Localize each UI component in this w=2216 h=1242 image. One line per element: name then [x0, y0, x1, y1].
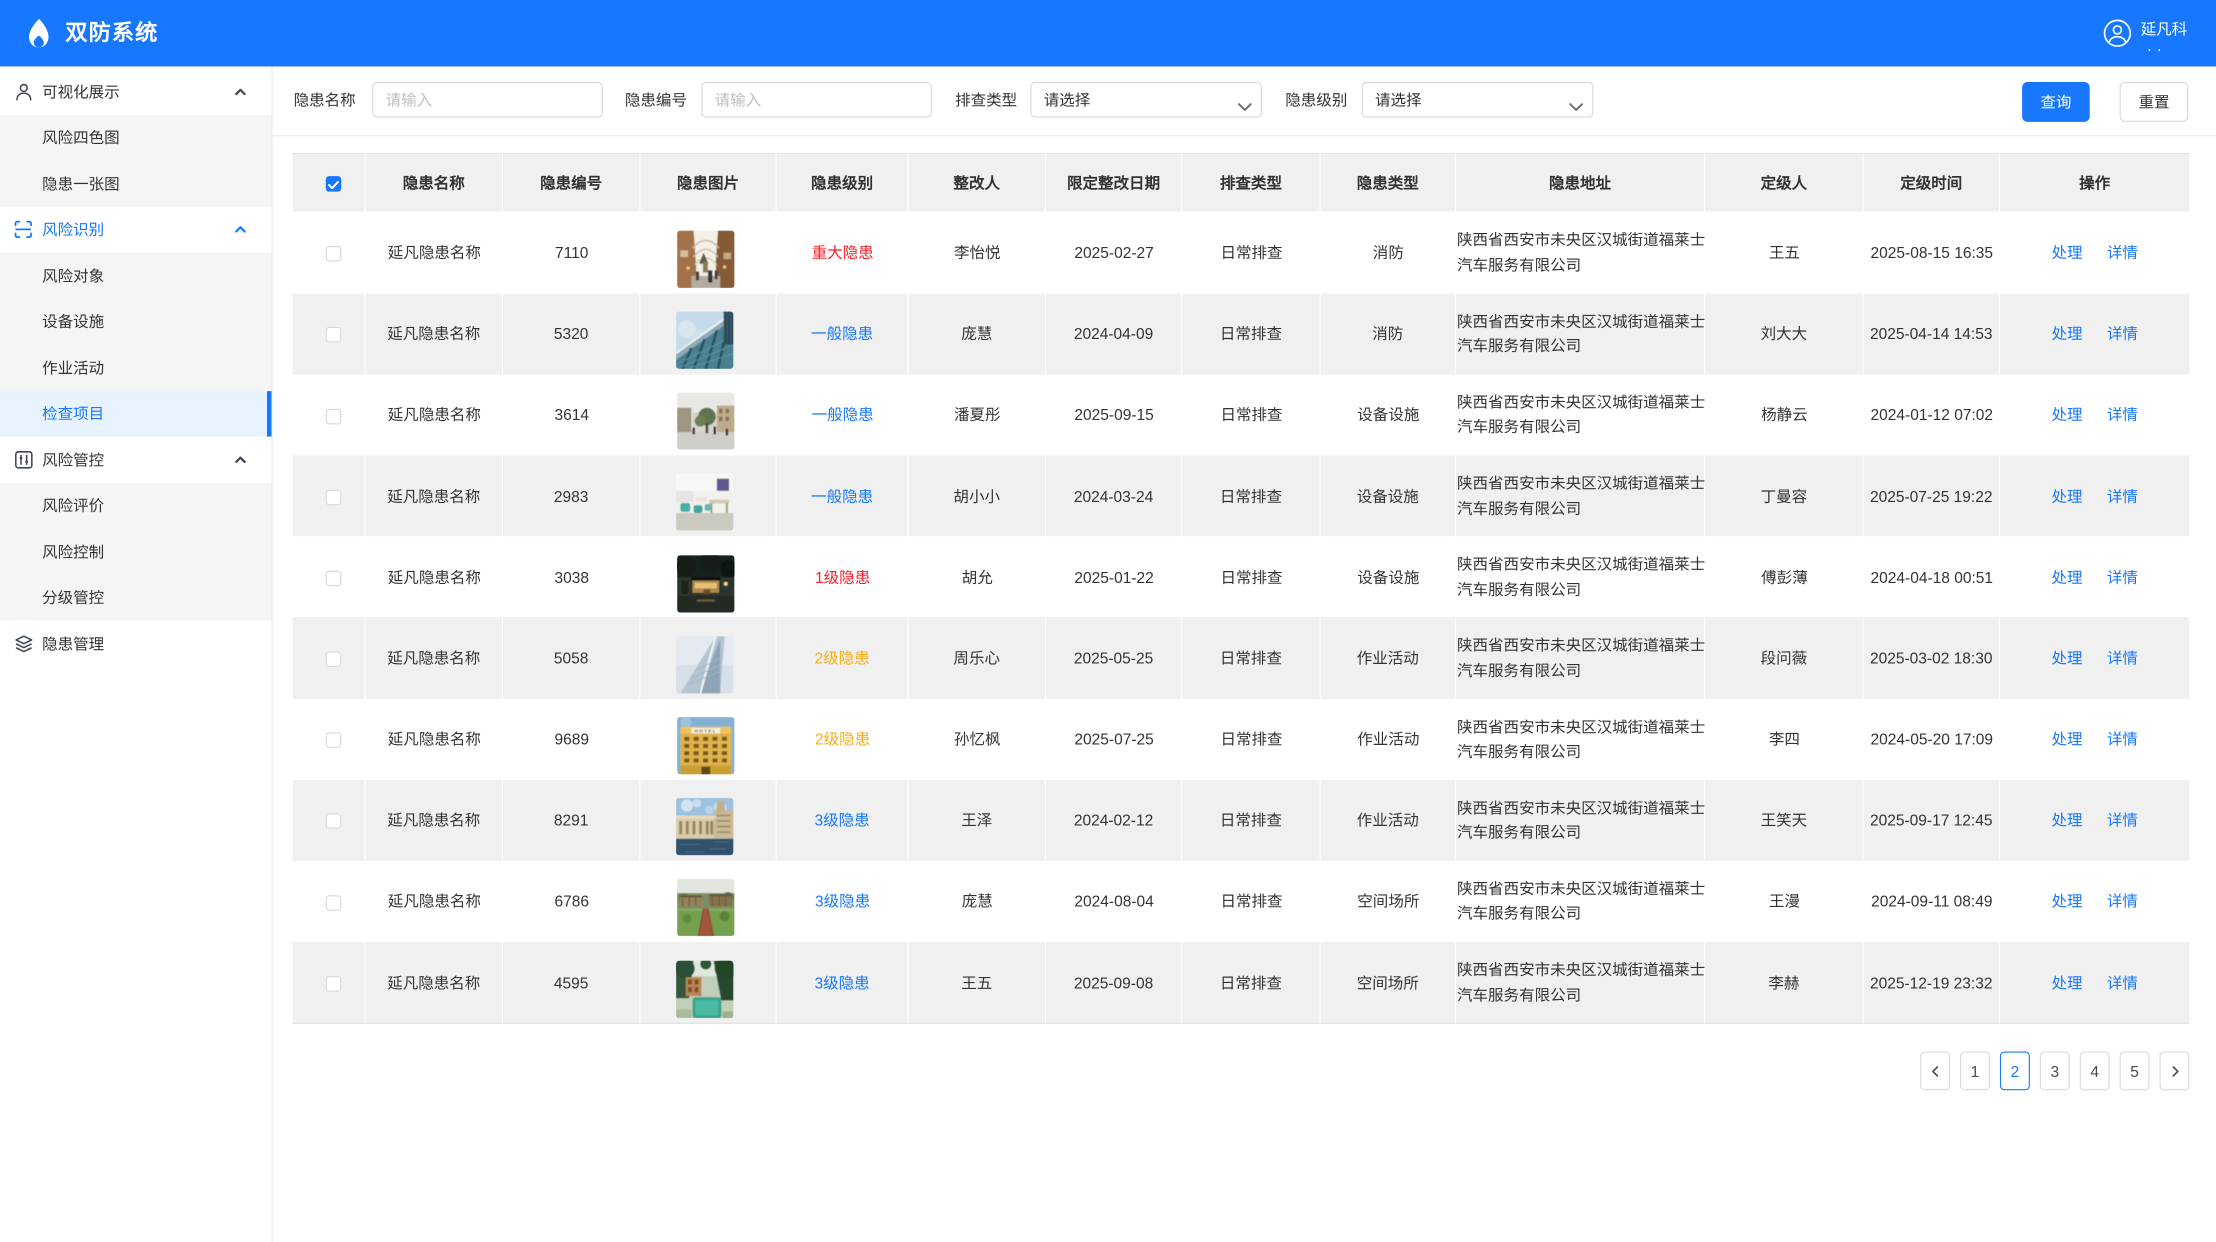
- svg-text:HOTEL: HOTEL: [694, 729, 716, 734]
